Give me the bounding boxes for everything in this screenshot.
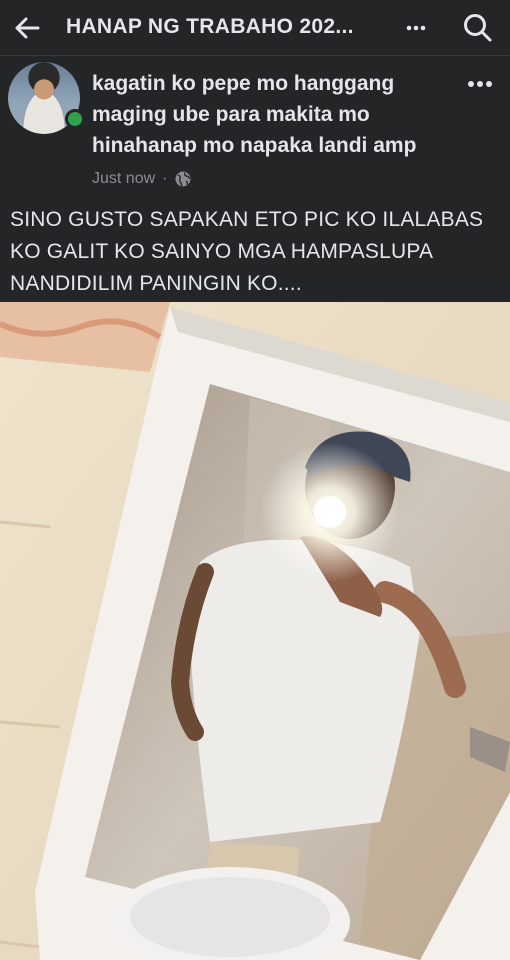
mirror-selfie-image (0, 302, 510, 960)
post-author-name[interactable]: kagatin ko pepe mo hanggang maging ube p… (92, 68, 452, 161)
arrow-left-icon (15, 17, 40, 39)
top-app-bar: HANAP NG TRABAHO 202... (0, 0, 510, 56)
post-photo[interactable] (0, 302, 510, 960)
group-more-button[interactable] (396, 12, 436, 44)
more-horizontal-icon (406, 25, 426, 31)
search-icon (464, 14, 492, 42)
meta-separator: · (162, 170, 168, 187)
post-header: kagatin ko pepe mo hanggang maging ube p… (0, 56, 510, 196)
online-status-indicator (65, 109, 85, 129)
back-button[interactable] (10, 10, 46, 46)
post-meta: Just now · (92, 168, 192, 190)
post-timestamp[interactable]: Just now (92, 170, 155, 188)
globe-icon[interactable] (174, 170, 192, 188)
group-title[interactable]: HANAP NG TRABAHO 202... (66, 15, 354, 39)
post-more-button[interactable] (460, 70, 500, 98)
post-body-text: SINO GUSTO SAPAKAN ETO PIC KO ILALABAS K… (10, 208, 484, 295)
more-horizontal-icon (468, 81, 492, 87)
search-button[interactable] (458, 8, 498, 48)
